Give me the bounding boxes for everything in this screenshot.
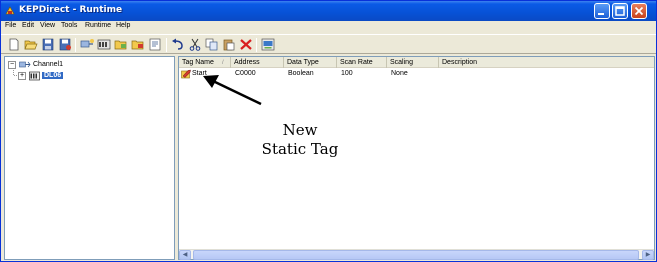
title-bar[interactable]: KEPDirect - Runtime: [1, 1, 656, 21]
menu-runtime[interactable]: Runtime: [85, 22, 111, 29]
delete-icon: [240, 39, 252, 50]
new-channel-icon: [80, 39, 94, 48]
kepdirect-app-icon: [5, 6, 15, 15]
quick-client-button[interactable]: [261, 38, 275, 51]
cut-button[interactable]: [188, 38, 202, 51]
save-as-icon: [59, 38, 71, 51]
toolbar: [1, 34, 656, 54]
new-group-icon: [114, 40, 127, 50]
open-icon: [24, 40, 38, 50]
quick-client-icon: [261, 38, 275, 51]
horizontal-scrollbar[interactable]: ◀ ▶: [179, 249, 654, 260]
annotation-label: New Static Tag: [255, 121, 345, 159]
menu-view[interactable]: View: [40, 22, 55, 29]
save-button[interactable]: [41, 38, 55, 51]
undo-icon: [172, 38, 183, 50]
maximize-button[interactable]: [612, 3, 628, 19]
scroll-right-button[interactable]: ▶: [642, 250, 654, 260]
app-window: KEPDirect - Runtime File Edit View Tools…: [0, 0, 657, 262]
annotation-line-2: Static Tag: [261, 140, 339, 158]
menu-tools[interactable]: Tools: [61, 22, 77, 29]
tree-device-label: DL06: [42, 72, 64, 79]
new-tag-icon: [131, 40, 144, 50]
menu-edit[interactable]: Edit: [22, 22, 34, 29]
scroll-left-button[interactable]: ◀: [179, 250, 191, 260]
properties-icon: [149, 38, 161, 51]
delete-button[interactable]: [239, 38, 253, 51]
open-button[interactable]: [24, 38, 38, 51]
toolbar-separator: [75, 38, 76, 52]
menu-file[interactable]: File: [5, 22, 16, 29]
new-icon: [9, 38, 19, 51]
cut-icon: [189, 38, 201, 51]
collapse-toggle[interactable]: −: [8, 60, 16, 69]
content-area: − Channel1 + DL06 Tag Name / Address Dat…: [4, 56, 655, 261]
window-title: KEPDirect - Runtime: [19, 5, 123, 15]
maximize-icon: [615, 6, 625, 16]
close-button[interactable]: [631, 3, 647, 19]
menu-bar: File Edit View Tools Runtime Help: [1, 21, 656, 33]
save-as-button[interactable]: [58, 38, 72, 51]
new-device-button[interactable]: [97, 38, 111, 51]
copy-button[interactable]: [205, 38, 219, 51]
plc-device-icon: [29, 71, 40, 80]
new-group-button[interactable]: [114, 38, 128, 51]
save-icon: [42, 38, 54, 51]
expand-toggle[interactable]: +: [18, 71, 26, 80]
close-icon: [634, 6, 644, 16]
properties-button[interactable]: [148, 38, 162, 51]
annotation-line-1: New: [282, 121, 318, 139]
tree-channel-label: Channel1: [33, 61, 63, 68]
tree-item-channel[interactable]: − Channel1: [8, 59, 63, 70]
minimize-button[interactable]: [594, 3, 610, 19]
new-tag-button[interactable]: [131, 38, 145, 51]
channel-icon: [19, 61, 31, 67]
project-tree[interactable]: − Channel1 + DL06: [4, 56, 175, 260]
minimize-icon: [598, 13, 604, 15]
tree-item-device[interactable]: + DL06: [18, 70, 64, 81]
annotation-arrow: [203, 75, 262, 106]
undo-button[interactable]: [171, 38, 185, 51]
scroll-thumb[interactable]: [193, 250, 639, 260]
toolbar-separator: [166, 38, 167, 52]
new-channel-button[interactable]: [80, 38, 94, 51]
toolbar-separator: [256, 38, 257, 52]
paste-button[interactable]: [222, 38, 236, 51]
menu-help[interactable]: Help: [116, 22, 130, 29]
paste-icon: [223, 39, 235, 51]
new-device-icon: [97, 39, 111, 50]
new-button[interactable]: [7, 38, 21, 51]
tag-list[interactable]: Tag Name / Address Data Type Scan Rate S…: [178, 56, 655, 260]
copy-icon: [205, 38, 218, 51]
